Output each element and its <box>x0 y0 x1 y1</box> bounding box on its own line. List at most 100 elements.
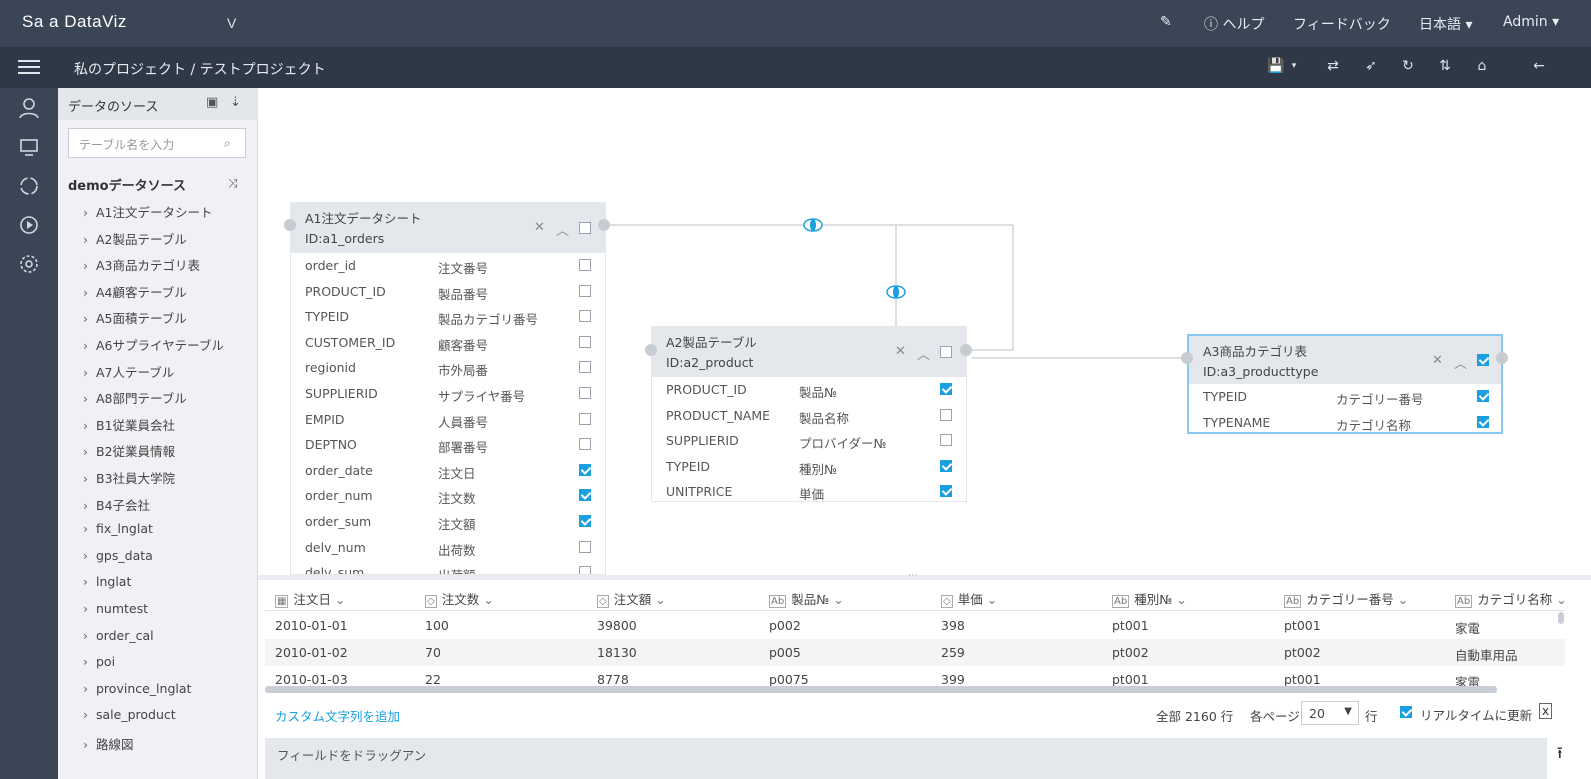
chevron-down-icon[interactable]: ⌄ <box>983 592 997 607</box>
preview-icon[interactable]: ▣ <box>206 95 218 110</box>
chevron-down-icon[interactable]: ⌄ <box>1394 592 1408 607</box>
table-list-item[interactable]: B4子会社 <box>83 495 150 514</box>
field-checkbox[interactable] <box>579 463 591 476</box>
menu-icon[interactable] <box>18 57 40 77</box>
settings-icon[interactable] <box>18 253 40 275</box>
chevron-down-icon[interactable]: ▾ <box>1284 61 1304 81</box>
table-card-header[interactable]: A1注文データシート ID:a1_orders ✕ ︿ <box>291 203 605 253</box>
connector-port[interactable] <box>960 344 972 356</box>
field-checkbox[interactable] <box>579 540 591 553</box>
refresh-icon[interactable]: ↻ <box>1398 58 1418 78</box>
field-row[interactable]: UNITPRICE 単価 <box>652 479 966 505</box>
tag-icon[interactable]: ⌂ <box>1472 58 1492 78</box>
field-row[interactable]: TYPEID 種別№ <box>652 454 966 480</box>
field-checkbox[interactable] <box>1477 390 1489 402</box>
chevron-down-icon[interactable]: ⌄ <box>1172 592 1186 607</box>
chevron-down-icon[interactable]: ⌄ <box>479 592 493 607</box>
sort-az-icon[interactable]: ⇣ <box>230 95 241 110</box>
table-list-item[interactable]: A3商品カテゴリ表 <box>83 255 200 274</box>
collapse-icon[interactable]: ︿ <box>1454 353 1467 372</box>
user-menu[interactable]: Admin ▾ <box>1503 14 1559 30</box>
realtime-checkbox[interactable] <box>1400 706 1412 718</box>
column-header[interactable]: ◇ 注文額 ⌄ <box>597 589 666 608</box>
field-checkbox[interactable] <box>1477 415 1489 428</box>
table-list-item[interactable]: province_lnglat <box>83 681 191 696</box>
table-card-header[interactable]: A3商品カテゴリ表 ID:a3_producttype ✕ ︿ <box>1189 336 1501 384</box>
field-row[interactable]: regionid 市外局番 <box>291 355 605 381</box>
field-checkbox[interactable] <box>940 434 952 447</box>
column-header[interactable]: Ab カテゴリー番号 ⌄ <box>1284 589 1408 608</box>
table-list-item[interactable]: A6サプライヤテーブル <box>83 335 224 354</box>
field-row[interactable]: EMPID 人員番号 <box>291 407 605 433</box>
table-search-input[interactable]: テーブル名を入力 ⌕ <box>68 128 246 158</box>
connector-port[interactable] <box>598 219 610 231</box>
field-checkbox[interactable] <box>940 485 952 498</box>
join-canvas[interactable]: A1注文データシート ID:a1_orders ✕ ︿ order_id 注文番号… <box>258 88 1591 575</box>
table-list-item[interactable]: A4顧客テーブル <box>83 282 187 301</box>
version-mark[interactable]: V <box>227 15 237 31</box>
field-row[interactable]: order_sum 注文額 <box>291 509 605 535</box>
close-icon[interactable]: ✕ <box>895 344 906 359</box>
collapse-icon[interactable]: ︿ <box>917 344 930 363</box>
save-icon[interactable]: 💾 <box>1266 58 1286 78</box>
column-header[interactable]: Ab 種別№ ⌄ <box>1112 589 1187 608</box>
select-all-checkbox[interactable] <box>940 346 952 358</box>
page-size-select[interactable]: 20 ▼ <box>1301 701 1359 725</box>
field-row[interactable]: TYPEID 製品カテゴリ番号 <box>291 304 605 330</box>
back-arrow-icon[interactable]: ← <box>1529 58 1549 78</box>
table-list-item[interactable]: A5面積テーブル <box>83 308 187 327</box>
table-row[interactable]: 2010-01-01 100 39800 p002 398 pt001 pt001 家電 <box>265 612 1565 639</box>
join-link-icon[interactable] <box>886 285 906 299</box>
table-list-item[interactable]: fix_lnglat <box>83 521 153 536</box>
swap-icon[interactable]: ⇄ <box>1323 58 1343 78</box>
connector-port[interactable] <box>1181 352 1193 364</box>
connector-port[interactable] <box>645 344 657 356</box>
chevron-down-icon[interactable]: ⌄ <box>331 592 345 607</box>
table-list-item[interactable]: sale_product <box>83 707 176 722</box>
close-icon[interactable]: ✕ <box>534 220 545 235</box>
field-checkbox[interactable] <box>940 408 952 421</box>
close-icon[interactable]: ✕ <box>1432 353 1443 368</box>
language-menu[interactable]: 日本語 ▾ <box>1419 14 1472 34</box>
select-all-checkbox[interactable] <box>1477 354 1489 366</box>
rocket-icon[interactable]: ➶ <box>1361 58 1381 78</box>
table-list-item[interactable]: poi <box>83 654 115 669</box>
sort-icon[interactable]: ⇅ <box>1435 58 1455 78</box>
upload-icon[interactable]: ⭱ <box>1557 742 1563 769</box>
field-row[interactable]: SUPPLIERID プロバイダー№ <box>652 428 966 454</box>
table-card-a3[interactable]: A3商品カテゴリ表 ID:a3_producttype ✕ ︿ TYPEID カテ… <box>1187 334 1503 434</box>
user-icon[interactable] <box>18 97 40 119</box>
field-checkbox[interactable] <box>579 566 591 574</box>
table-list-item[interactable]: gps_data <box>83 548 153 563</box>
table-list-item[interactable]: B3社員大学院 <box>83 468 175 487</box>
table-list-item[interactable]: order_cal <box>83 628 154 643</box>
field-checkbox[interactable] <box>579 438 591 451</box>
chevron-down-icon[interactable]: ⌄ <box>1552 592 1565 607</box>
table-list-item[interactable]: numtest <box>83 601 148 616</box>
help-link[interactable]: ⓘ ヘルプ <box>1204 14 1264 34</box>
table-list-item[interactable]: lnglat <box>83 574 131 589</box>
field-row[interactable]: SUPPLIERID サプライヤ番号 <box>291 381 605 407</box>
table-list-item[interactable]: A1注文データシート <box>83 202 213 221</box>
field-row[interactable]: CUSTOMER_ID 顧客番号 <box>291 330 605 356</box>
connector-port[interactable] <box>1496 352 1508 364</box>
feedback-link[interactable]: フィードバック <box>1293 14 1391 34</box>
table-card-header[interactable]: A2製品テーブル ID:a2_product ✕ ︿ <box>652 327 966 377</box>
field-checkbox[interactable] <box>940 383 952 395</box>
table-list-item[interactable]: 路線図 <box>83 734 134 753</box>
field-checkbox[interactable] <box>579 259 591 271</box>
collapse-icon[interactable]: ︿ <box>556 220 569 239</box>
field-checkbox[interactable] <box>579 310 591 323</box>
join-link-icon[interactable] <box>803 218 823 232</box>
connector-port[interactable] <box>284 219 296 231</box>
field-checkbox[interactable] <box>579 386 591 399</box>
chevron-down-icon[interactable]: ⌄ <box>651 592 665 607</box>
field-checkbox[interactable] <box>579 412 591 425</box>
horizontal-scrollbar[interactable] <box>265 686 1497 693</box>
select-all-checkbox[interactable] <box>579 222 591 234</box>
field-row[interactable]: DEPTNO 部署番号 <box>291 432 605 458</box>
field-row[interactable]: delv_num 出荷数 <box>291 535 605 561</box>
column-header[interactable]: Ab カテゴリ名称 ⌄ <box>1455 589 1565 608</box>
table-list-item[interactable]: A7人テーブル <box>83 362 174 381</box>
app-logo[interactable]: Sa a DataViz V <box>22 12 236 32</box>
